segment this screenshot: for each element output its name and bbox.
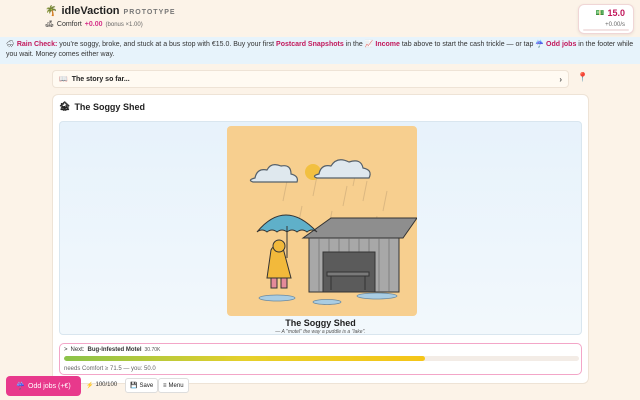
scene-subtitle: — A "motel" the way a puddle is a "lake"… xyxy=(275,329,366,335)
shed-art xyxy=(227,126,417,316)
tip-banner: 🌧 Rain Check: you're soggy, broke, and s… xyxy=(0,37,640,64)
tip-text-1: you're soggy, broke, and stuck at a bus … xyxy=(57,41,277,48)
menu-button[interactable]: ≡ Menu xyxy=(158,378,189,393)
location-title: 🏚 The Soggy Shed xyxy=(59,101,145,112)
book-icon: 📖 xyxy=(59,76,68,83)
next-progress-bar xyxy=(64,356,579,361)
app-name: idleVaction xyxy=(61,5,120,17)
next-progress-fill xyxy=(64,356,425,361)
comfort-label: Comfort xyxy=(56,21,82,28)
menu-label: Menu xyxy=(168,382,184,389)
comfort-bonus: (bonus ×1.00) xyxy=(105,22,143,28)
location-card: 🏚 The Soggy Shed The Soggy Shed — A "mot… xyxy=(52,94,589,384)
hamburger-icon: ≡ xyxy=(163,382,167,389)
next-location-panel[interactable]: > Next: Bug-Infested Motel 30.70K needs … xyxy=(59,343,582,375)
tip-text-2: in the xyxy=(343,41,365,48)
next-label: Next: xyxy=(70,347,85,353)
footer: ☔ Odd jobs (+€) ⚡ 100/100 💾 Save ≡ Menu xyxy=(0,372,640,400)
odd-jobs-button[interactable]: ☔ Odd jobs (+€) xyxy=(6,376,81,396)
chart-icon: 📈 xyxy=(364,41,374,48)
header: 🌴 idleVaction PROTOTYPE 🛋 Comfort +0.00 … xyxy=(0,0,640,36)
umbrella-icon: ☔ xyxy=(16,383,26,390)
odd-jobs-label: Odd jobs (+€) xyxy=(28,382,71,390)
tip-text-3: tab above to start the cash trickle — or… xyxy=(399,41,536,48)
save-label: Save xyxy=(139,382,154,389)
cash-icon: 💵 xyxy=(595,10,605,17)
money-bar xyxy=(583,29,629,31)
floppy-icon: 💾 xyxy=(130,383,138,389)
next-location-name: Bug-Infested Motel xyxy=(87,347,142,353)
energy-readout: ⚡ 100/100 xyxy=(86,382,117,389)
rain-cloud-icon: 🌧 xyxy=(6,41,15,48)
chevron-right-icon: › xyxy=(559,74,562,84)
income-tab-link[interactable]: Income xyxy=(375,41,400,48)
next-location-cost: 30.70K xyxy=(144,347,161,353)
save-button[interactable]: 💾 Save xyxy=(125,378,159,393)
story-label: The story so far... xyxy=(71,75,130,83)
comfort-value: +0.00 xyxy=(84,21,103,28)
next-location-header: > Next: Bug-Infested Motel 30.70K xyxy=(64,347,160,353)
energy-value: 100/100 xyxy=(95,382,118,388)
money-box: 💵 15.0 +0.00/s xyxy=(578,4,634,34)
odd-jobs-link[interactable]: Odd jobs xyxy=(546,41,576,48)
postcard-snapshots-link[interactable]: Postcard Snapshots xyxy=(276,41,344,48)
soggy-shed-illustration xyxy=(227,126,417,316)
prototype-tag: PROTOTYPE xyxy=(123,9,176,16)
shed-icon: 🏚 xyxy=(59,101,71,111)
comfort-icon: 🛋 xyxy=(45,21,54,28)
money-value: 15.0 xyxy=(607,8,625,18)
lightning-icon: ⚡ xyxy=(86,383,94,389)
pin-icon[interactable]: 📍 xyxy=(577,72,588,83)
umbrella-icon: ☔ xyxy=(535,41,545,48)
palm-tree-icon: 🌴 xyxy=(45,6,58,17)
brand: 🌴 idleVaction PROTOTYPE xyxy=(45,5,176,17)
scene-panel: The Soggy Shed — A "motel" the way a pud… xyxy=(59,121,582,335)
money-rate: +0.00/s xyxy=(605,22,625,28)
story-so-far-toggle[interactable]: 📖 The story so far... › xyxy=(52,70,569,88)
scene-title: The Soggy Shed xyxy=(285,318,356,328)
location-title-text: The Soggy Shed xyxy=(74,101,145,112)
money-amount-row: 💵 15.0 xyxy=(596,8,625,18)
comfort-readout: 🛋 Comfort +0.00 (bonus ×1.00) xyxy=(45,20,143,28)
tip-title: Rain Check: xyxy=(16,41,58,48)
expand-arrow-icon: > xyxy=(64,347,68,353)
